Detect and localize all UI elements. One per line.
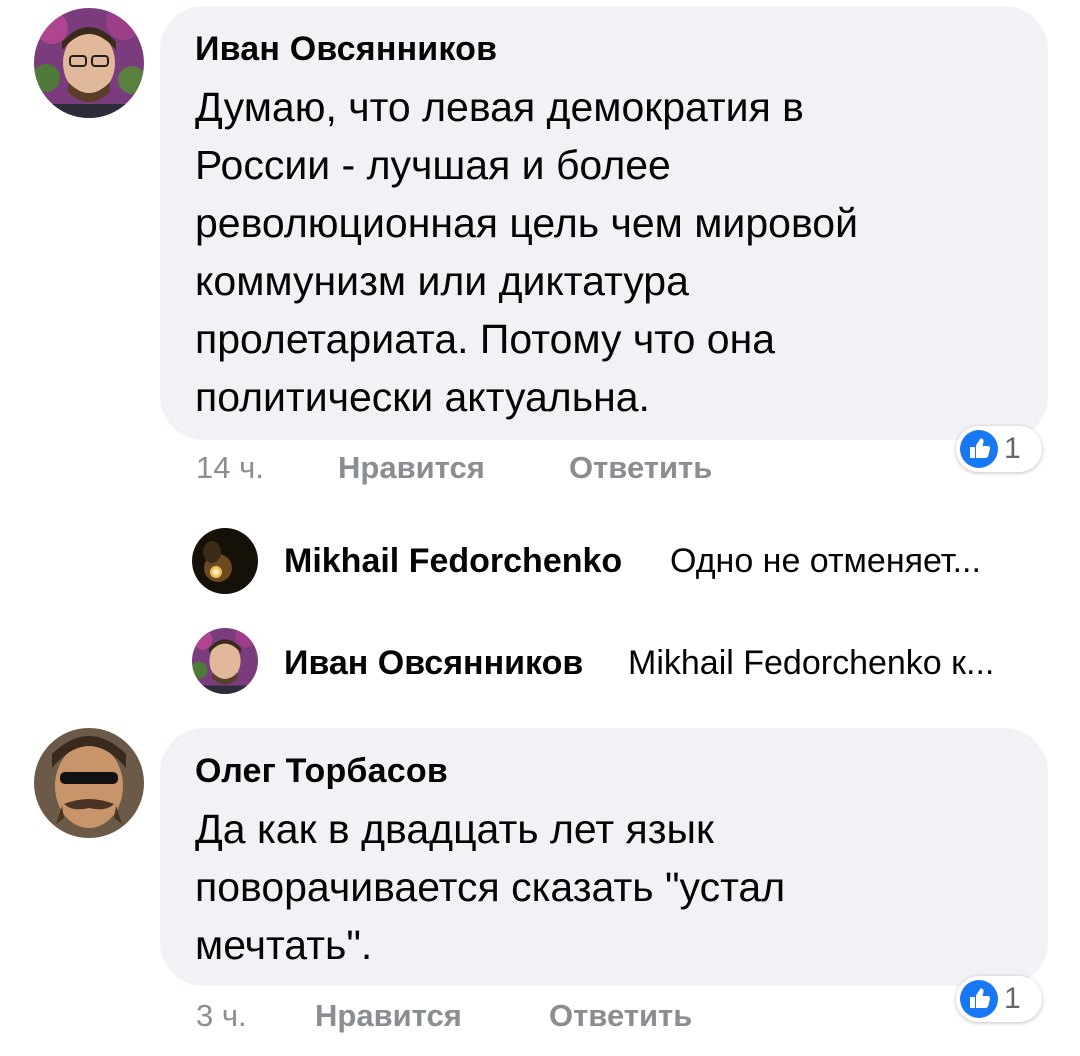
reaction-count: 1 — [1004, 982, 1021, 1015]
reply-snippet[interactable]: Mikhail Fedorchenko к... — [628, 644, 994, 683]
comment-text: Думаю, что левая демократия в России - л… — [195, 84, 858, 420]
avatar-mikhail-fedorchenko[interactable] — [192, 528, 258, 594]
reply-snippet[interactable]: Одно не отменяет... — [670, 542, 981, 581]
avatar-ivan-ovsyannikov[interactable] — [192, 628, 258, 694]
reply-author[interactable]: Mikhail Fedorchenko — [284, 542, 622, 581]
comment-thread: Иван Овсянников Думаю, что левая демокра… — [0, 0, 1080, 1056]
reaction-summary[interactable]: 1 — [956, 426, 1042, 472]
like-button[interactable]: Нравится — [338, 450, 485, 486]
reaction-count: 1 — [1004, 432, 1021, 465]
comment-author[interactable]: Иван Овсянников — [195, 30, 497, 69]
avatar-image — [192, 628, 258, 694]
comment-author[interactable]: Олег Торбасов — [195, 752, 448, 791]
like-icon — [960, 980, 998, 1018]
reply-author[interactable]: Иван Овсянников — [284, 644, 583, 683]
comment-timestamp[interactable]: 3 ч. — [196, 998, 247, 1034]
reaction-summary[interactable]: 1 — [956, 976, 1042, 1022]
like-button[interactable]: Нравится — [315, 998, 462, 1034]
avatar-ivan-ovsyannikov[interactable] — [34, 8, 144, 118]
reply-button[interactable]: Ответить — [549, 998, 692, 1034]
avatar-image — [192, 528, 258, 594]
comment-timestamp[interactable]: 14 ч. — [196, 450, 264, 486]
avatar-oleg-torbasov[interactable] — [34, 728, 144, 838]
like-icon — [960, 430, 998, 468]
reply-button[interactable]: Ответить — [569, 450, 712, 486]
avatar-image — [34, 728, 144, 838]
comment-text: Да как в двадцать лет язык поворачиваетс… — [195, 806, 786, 968]
avatar-image — [34, 8, 144, 118]
